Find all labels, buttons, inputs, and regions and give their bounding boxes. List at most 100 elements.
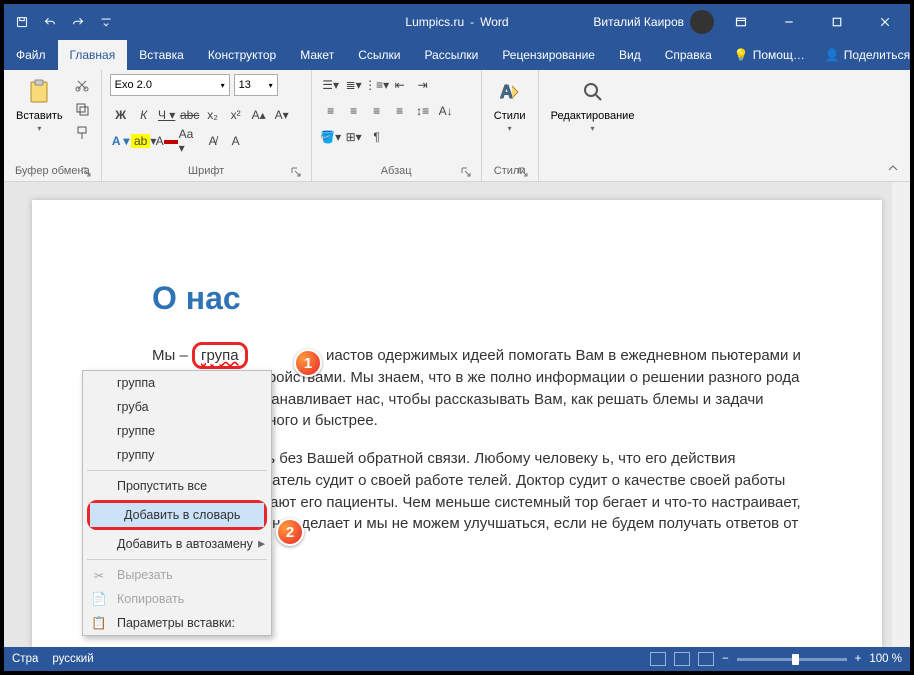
tab-help[interactable]: Справка <box>653 40 724 70</box>
search-icon <box>577 76 609 108</box>
vertical-scrollbar[interactable] <box>892 182 910 647</box>
align-right-button[interactable]: ≡ <box>366 100 388 122</box>
decrease-indent-button[interactable]: ⇤ <box>389 74 411 96</box>
suggestion-item[interactable]: груба <box>83 395 271 419</box>
tab-mailings[interactable]: Рассылки <box>412 40 490 70</box>
add-to-dictionary-item[interactable]: Добавить в словарь <box>90 503 264 527</box>
qat-customize-icon[interactable] <box>94 10 118 34</box>
dialog-launcher-icon[interactable] <box>461 167 471 177</box>
chevron-down-icon: ▾ <box>508 124 512 133</box>
justify-button[interactable]: ≡ <box>389 100 411 122</box>
dialog-launcher-icon[interactable] <box>518 167 528 177</box>
tab-design[interactable]: Конструктор <box>196 40 288 70</box>
document-name: Lumpics.ru <box>405 15 464 29</box>
clipboard-icon <box>23 76 55 108</box>
zoom-slider[interactable] <box>737 658 847 661</box>
title-bar: Lumpics.ru - Word Виталий Каиров <box>4 4 910 40</box>
numbering-button[interactable]: ≣▾ <box>343 74 365 96</box>
page-indicator[interactable]: Стра <box>12 653 38 665</box>
menu-separator <box>87 559 267 560</box>
multilevel-list-button[interactable]: ⋮≡▾ <box>366 74 388 96</box>
line-spacing-button[interactable]: ↕≡ <box>412 100 434 122</box>
subscript-button[interactable]: x₂ <box>202 104 224 126</box>
increase-indent-button[interactable]: ⇥ <box>412 74 434 96</box>
zoom-in-button[interactable]: + <box>855 653 862 665</box>
tell-me-button[interactable]: 💡Помощ… <box>724 40 815 70</box>
borders-button[interactable]: ⊞▾ <box>343 126 365 148</box>
superscript-button[interactable]: x² <box>225 104 247 126</box>
clear-formatting-button[interactable]: A̸ <box>202 130 224 152</box>
collapse-ribbon-icon[interactable] <box>886 161 902 177</box>
highlight-button[interactable]: ab▾ <box>133 130 155 152</box>
styles-button[interactable]: A Стили ▾ <box>490 74 530 135</box>
strikethrough-button[interactable]: abc <box>179 104 201 126</box>
autosave-icon[interactable] <box>10 10 34 34</box>
text-effects-button[interactable]: A ▾ <box>110 130 132 152</box>
group-label: Шрифт <box>110 163 303 179</box>
tab-references[interactable]: Ссылки <box>346 40 412 70</box>
user-avatar-icon[interactable] <box>690 10 714 34</box>
quick-access-toolbar <box>4 10 124 34</box>
bold-button[interactable]: Ж <box>110 104 132 126</box>
zoom-level[interactable]: 100 % <box>869 653 902 665</box>
language-indicator[interactable]: русский <box>52 653 93 665</box>
cut-icon[interactable] <box>71 74 93 96</box>
undo-icon[interactable] <box>38 10 62 34</box>
status-bar: Стра русский − + 100 % <box>4 647 910 671</box>
group-label: Буфер обмена <box>12 163 93 179</box>
change-case-button[interactable]: Aa ▾ <box>179 130 201 152</box>
copy-icon[interactable] <box>71 98 93 120</box>
misspelled-word[interactable]: група <box>192 342 248 369</box>
print-layout-icon[interactable] <box>674 652 690 666</box>
read-mode-icon[interactable] <box>650 652 666 666</box>
group-styles: A Стили ▾ Стили <box>482 70 539 181</box>
tab-layout[interactable]: Макет <box>288 40 346 70</box>
suggestion-item[interactable]: группу <box>83 443 271 467</box>
lightbulb-icon: 💡 <box>734 48 749 62</box>
maximize-button[interactable] <box>816 4 858 40</box>
paste-options-item[interactable]: 📋 Параметры вставки: <box>83 611 271 635</box>
show-marks-button[interactable]: ¶ <box>366 126 388 148</box>
tab-home[interactable]: Главная <box>58 40 128 70</box>
heading: О нас <box>152 280 802 317</box>
highlighted-menu-item: Добавить в словарь <box>87 500 267 530</box>
chevron-down-icon: ▾ <box>269 81 273 90</box>
tab-insert[interactable]: Вставка <box>127 40 196 70</box>
font-name-combo[interactable]: Exo 2.0▾ <box>110 74 230 96</box>
align-center-button[interactable]: ≡ <box>343 100 365 122</box>
grow-font-button[interactable]: A▴ <box>248 104 270 126</box>
chevron-down-icon: ▾ <box>221 81 225 90</box>
dialog-launcher-icon[interactable] <box>81 167 91 177</box>
align-left-button[interactable]: ≡ <box>320 100 342 122</box>
paste-button[interactable]: Вставить ▾ <box>12 74 67 135</box>
editing-button[interactable]: Редактирование ▾ <box>547 74 639 135</box>
font-color-button[interactable]: A <box>156 130 178 152</box>
format-painter-icon[interactable] <box>71 122 93 144</box>
tab-review[interactable]: Рецензирование <box>490 40 607 70</box>
zoom-out-button[interactable]: − <box>722 653 729 665</box>
tab-file[interactable]: Файл <box>4 40 58 70</box>
user-name[interactable]: Виталий Каиров <box>593 15 684 29</box>
tab-view[interactable]: Вид <box>607 40 653 70</box>
suggestion-item[interactable]: группа <box>83 371 271 395</box>
ribbon-display-options-icon[interactable] <box>720 4 762 40</box>
bullets-button[interactable]: ☰▾ <box>320 74 342 96</box>
group-clipboard: Вставить ▾ Буфер обмена <box>4 70 102 181</box>
italic-button[interactable]: К <box>133 104 155 126</box>
minimize-button[interactable] <box>768 4 810 40</box>
add-to-autocorrect-item[interactable]: Добавить в автозамену ▶ <box>83 532 271 556</box>
phonetic-guide-button[interactable]: A <box>225 130 247 152</box>
shading-button[interactable]: 🪣▾ <box>320 126 342 148</box>
web-layout-icon[interactable] <box>698 652 714 666</box>
redo-icon[interactable] <box>66 10 90 34</box>
shrink-font-button[interactable]: A▾ <box>271 104 293 126</box>
share-icon: 👤 <box>825 48 840 62</box>
share-button[interactable]: 👤Поделиться <box>815 40 914 70</box>
dialog-launcher-icon[interactable] <box>291 167 301 177</box>
sort-button[interactable]: A↓ <box>435 100 457 122</box>
font-size-combo[interactable]: 13▾ <box>234 74 278 96</box>
suggestion-item[interactable]: группе <box>83 419 271 443</box>
close-button[interactable] <box>864 4 906 40</box>
ignore-all-item[interactable]: Пропустить все <box>83 474 271 498</box>
underline-button[interactable]: Ч ▾ <box>156 104 178 126</box>
